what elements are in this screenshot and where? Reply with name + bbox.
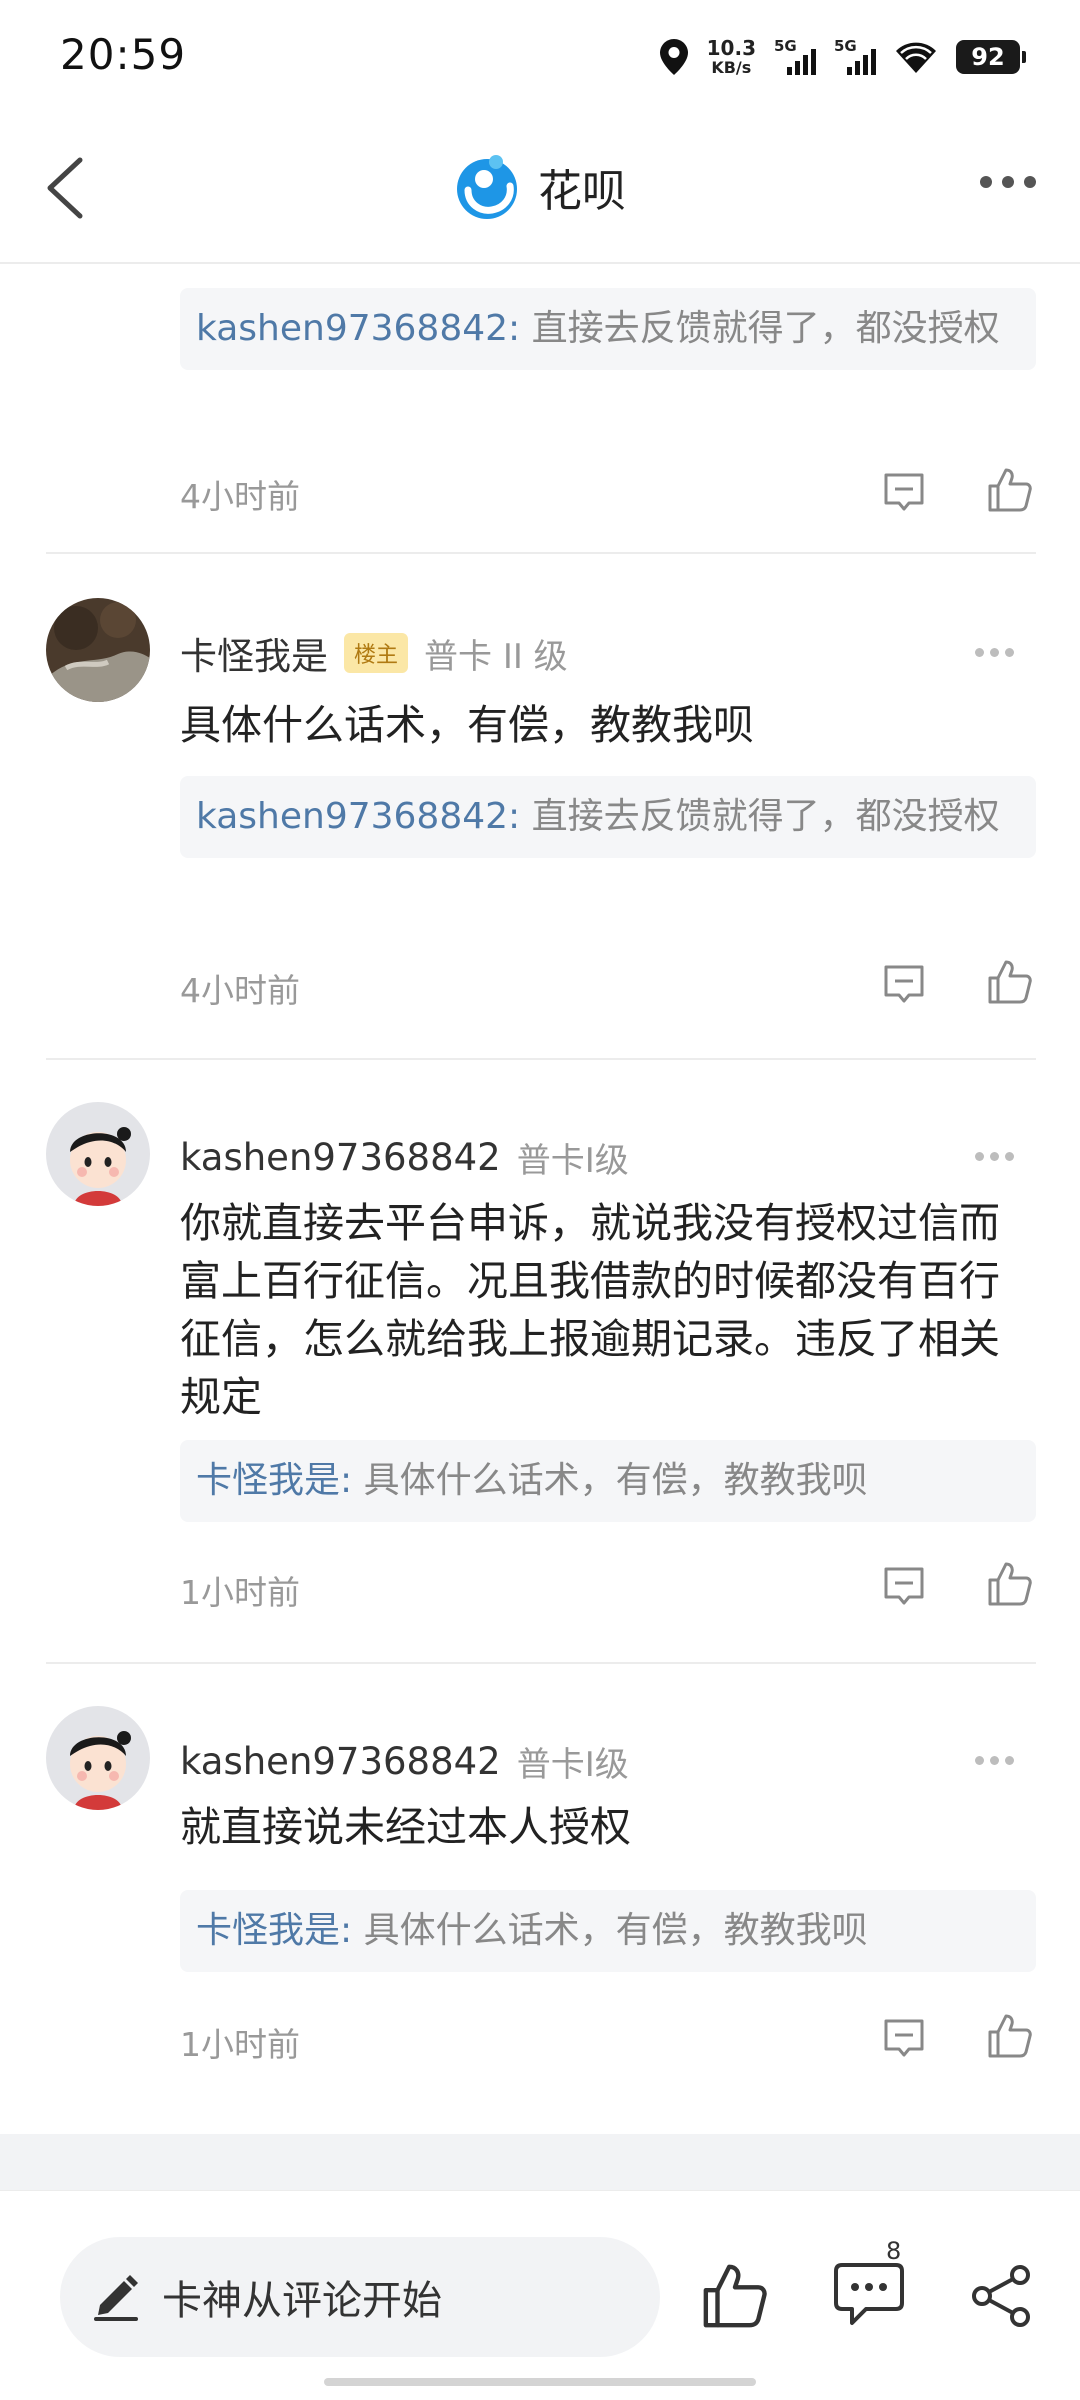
quoted-reply[interactable]: 卡怪我是: 具体什么话术，有偿，教教我呗 (180, 1440, 1036, 1522)
user-level: 普卡I级 (516, 1744, 629, 1785)
net-speed-value: 10.3 (706, 36, 756, 60)
op-badge: 楼主 (344, 633, 409, 673)
quoted-text: 直接去反馈就得了，都没授权 (520, 796, 1000, 837)
comment-more-icon[interactable] (975, 648, 1014, 657)
quoted-reply[interactable]: kashen97368842: 直接去反馈就得了，都没授权 (180, 288, 1036, 370)
comment-text: 你就直接去平台申诉，就说我没有授权过信而富上百行征信。况且我借款的时候都没有百行… (180, 1199, 1000, 1421)
huabei-logo-icon (457, 155, 517, 219)
more-horizontal-icon[interactable] (980, 176, 1036, 188)
comment-more-icon[interactable] (975, 1152, 1014, 1161)
comment-time: 1小时前 (180, 1573, 300, 1612)
comment-bubble-icon[interactable] (834, 2261, 904, 2327)
signal-sim2-icon: 5G (834, 37, 876, 75)
nav-title-group[interactable]: 花呗 (0, 154, 1080, 220)
feed-bottom-spacer (0, 2134, 1080, 2190)
home-indicator[interactable] (324, 2378, 756, 2386)
avatar[interactable] (46, 1102, 150, 1206)
quoted-text: 具体什么话术，有偿，教教我呗 (352, 1460, 868, 1501)
comment-header: kashen97368842 普卡I级 (180, 1736, 629, 1786)
status-bar: 20:59 10.3 KB/s 5G 5G 92 (0, 0, 1080, 112)
divider (46, 552, 1036, 554)
comment-time: 4小时前 (180, 971, 300, 1010)
user-level: 普卡I级 (516, 1140, 629, 1181)
share-icon[interactable] (970, 2263, 1032, 2329)
comment-input-placeholder: 卡神从评论开始 (162, 2278, 442, 2324)
status-time: 20:59 (60, 30, 187, 79)
divider (46, 1662, 1036, 1664)
battery-indicator: 92 (956, 40, 1026, 74)
thumbs-up-icon[interactable] (986, 958, 1034, 1006)
quoted-username[interactable]: kashen97368842: (196, 308, 520, 349)
location-icon (659, 39, 688, 75)
comment-username[interactable]: kashen97368842 (180, 1740, 501, 1783)
page-title: 花呗 (538, 166, 626, 217)
comment-input[interactable]: 卡神从评论开始 (60, 2237, 660, 2357)
nav-bar: 花呗 (0, 112, 1080, 264)
wifi-icon (896, 42, 936, 73)
avatar[interactable] (46, 1706, 150, 1810)
thumbs-up-icon[interactable] (700, 2261, 770, 2331)
reply-icon[interactable] (882, 470, 926, 514)
quoted-username[interactable]: 卡怪我是: (196, 1460, 352, 1501)
net-speed: 10.3 KB/s (707, 38, 756, 76)
quoted-text: 直接去反馈就得了，都没授权 (520, 308, 1000, 349)
comment-username[interactable]: 卡怪我是 (180, 626, 328, 680)
signal-sim1-icon: 5G (774, 37, 816, 75)
pencil-icon (94, 2275, 138, 2321)
reply-icon[interactable] (882, 1564, 926, 1608)
thumbs-up-icon[interactable] (986, 466, 1034, 514)
bottom-action-bar: 卡神从评论开始 8 (0, 2190, 1080, 2400)
comment-feed[interactable]: kashen97368842: 直接去反馈就得了，都没授权 4小时前 卡怪我是 … (0, 266, 1080, 2134)
quoted-username[interactable]: 卡怪我是: (196, 1910, 352, 1951)
divider (46, 1058, 1036, 1060)
thumbs-up-icon[interactable] (986, 2012, 1034, 2060)
avatar[interactable] (46, 598, 150, 702)
comment-header: kashen97368842 普卡I级 (180, 1132, 629, 1182)
status-icons: 10.3 KB/s 5G 5G 92 (659, 34, 1026, 80)
net-speed-unit: KB/s (711, 58, 752, 77)
reply-icon[interactable] (882, 2016, 926, 2060)
thumbs-up-icon[interactable] (986, 1560, 1034, 1608)
user-level: 普卡 II 级 (424, 636, 568, 677)
quoted-reply[interactable]: 卡怪我是: 具体什么话术，有偿，教教我呗 (180, 1890, 1036, 1972)
comment-more-icon[interactable] (975, 1756, 1014, 1765)
comment-text: 就直接说未经过本人授权 (180, 1803, 631, 1851)
comment-text: 具体什么话术，有偿，教教我呗 (180, 701, 754, 749)
comment-time: 4小时前 (180, 477, 300, 516)
comment-header: 卡怪我是 楼主 普卡 II 级 (180, 628, 568, 678)
quoted-username[interactable]: kashen97368842: (196, 796, 520, 837)
reply-icon[interactable] (882, 962, 926, 1006)
comment-count: 8 (886, 2237, 902, 2265)
quoted-text: 具体什么话术，有偿，教教我呗 (352, 1910, 868, 1951)
comment-time: 1小时前 (180, 2025, 300, 2064)
quoted-reply[interactable]: kashen97368842: 直接去反馈就得了，都没授权 (180, 776, 1036, 858)
comment-username[interactable]: kashen97368842 (180, 1136, 501, 1179)
